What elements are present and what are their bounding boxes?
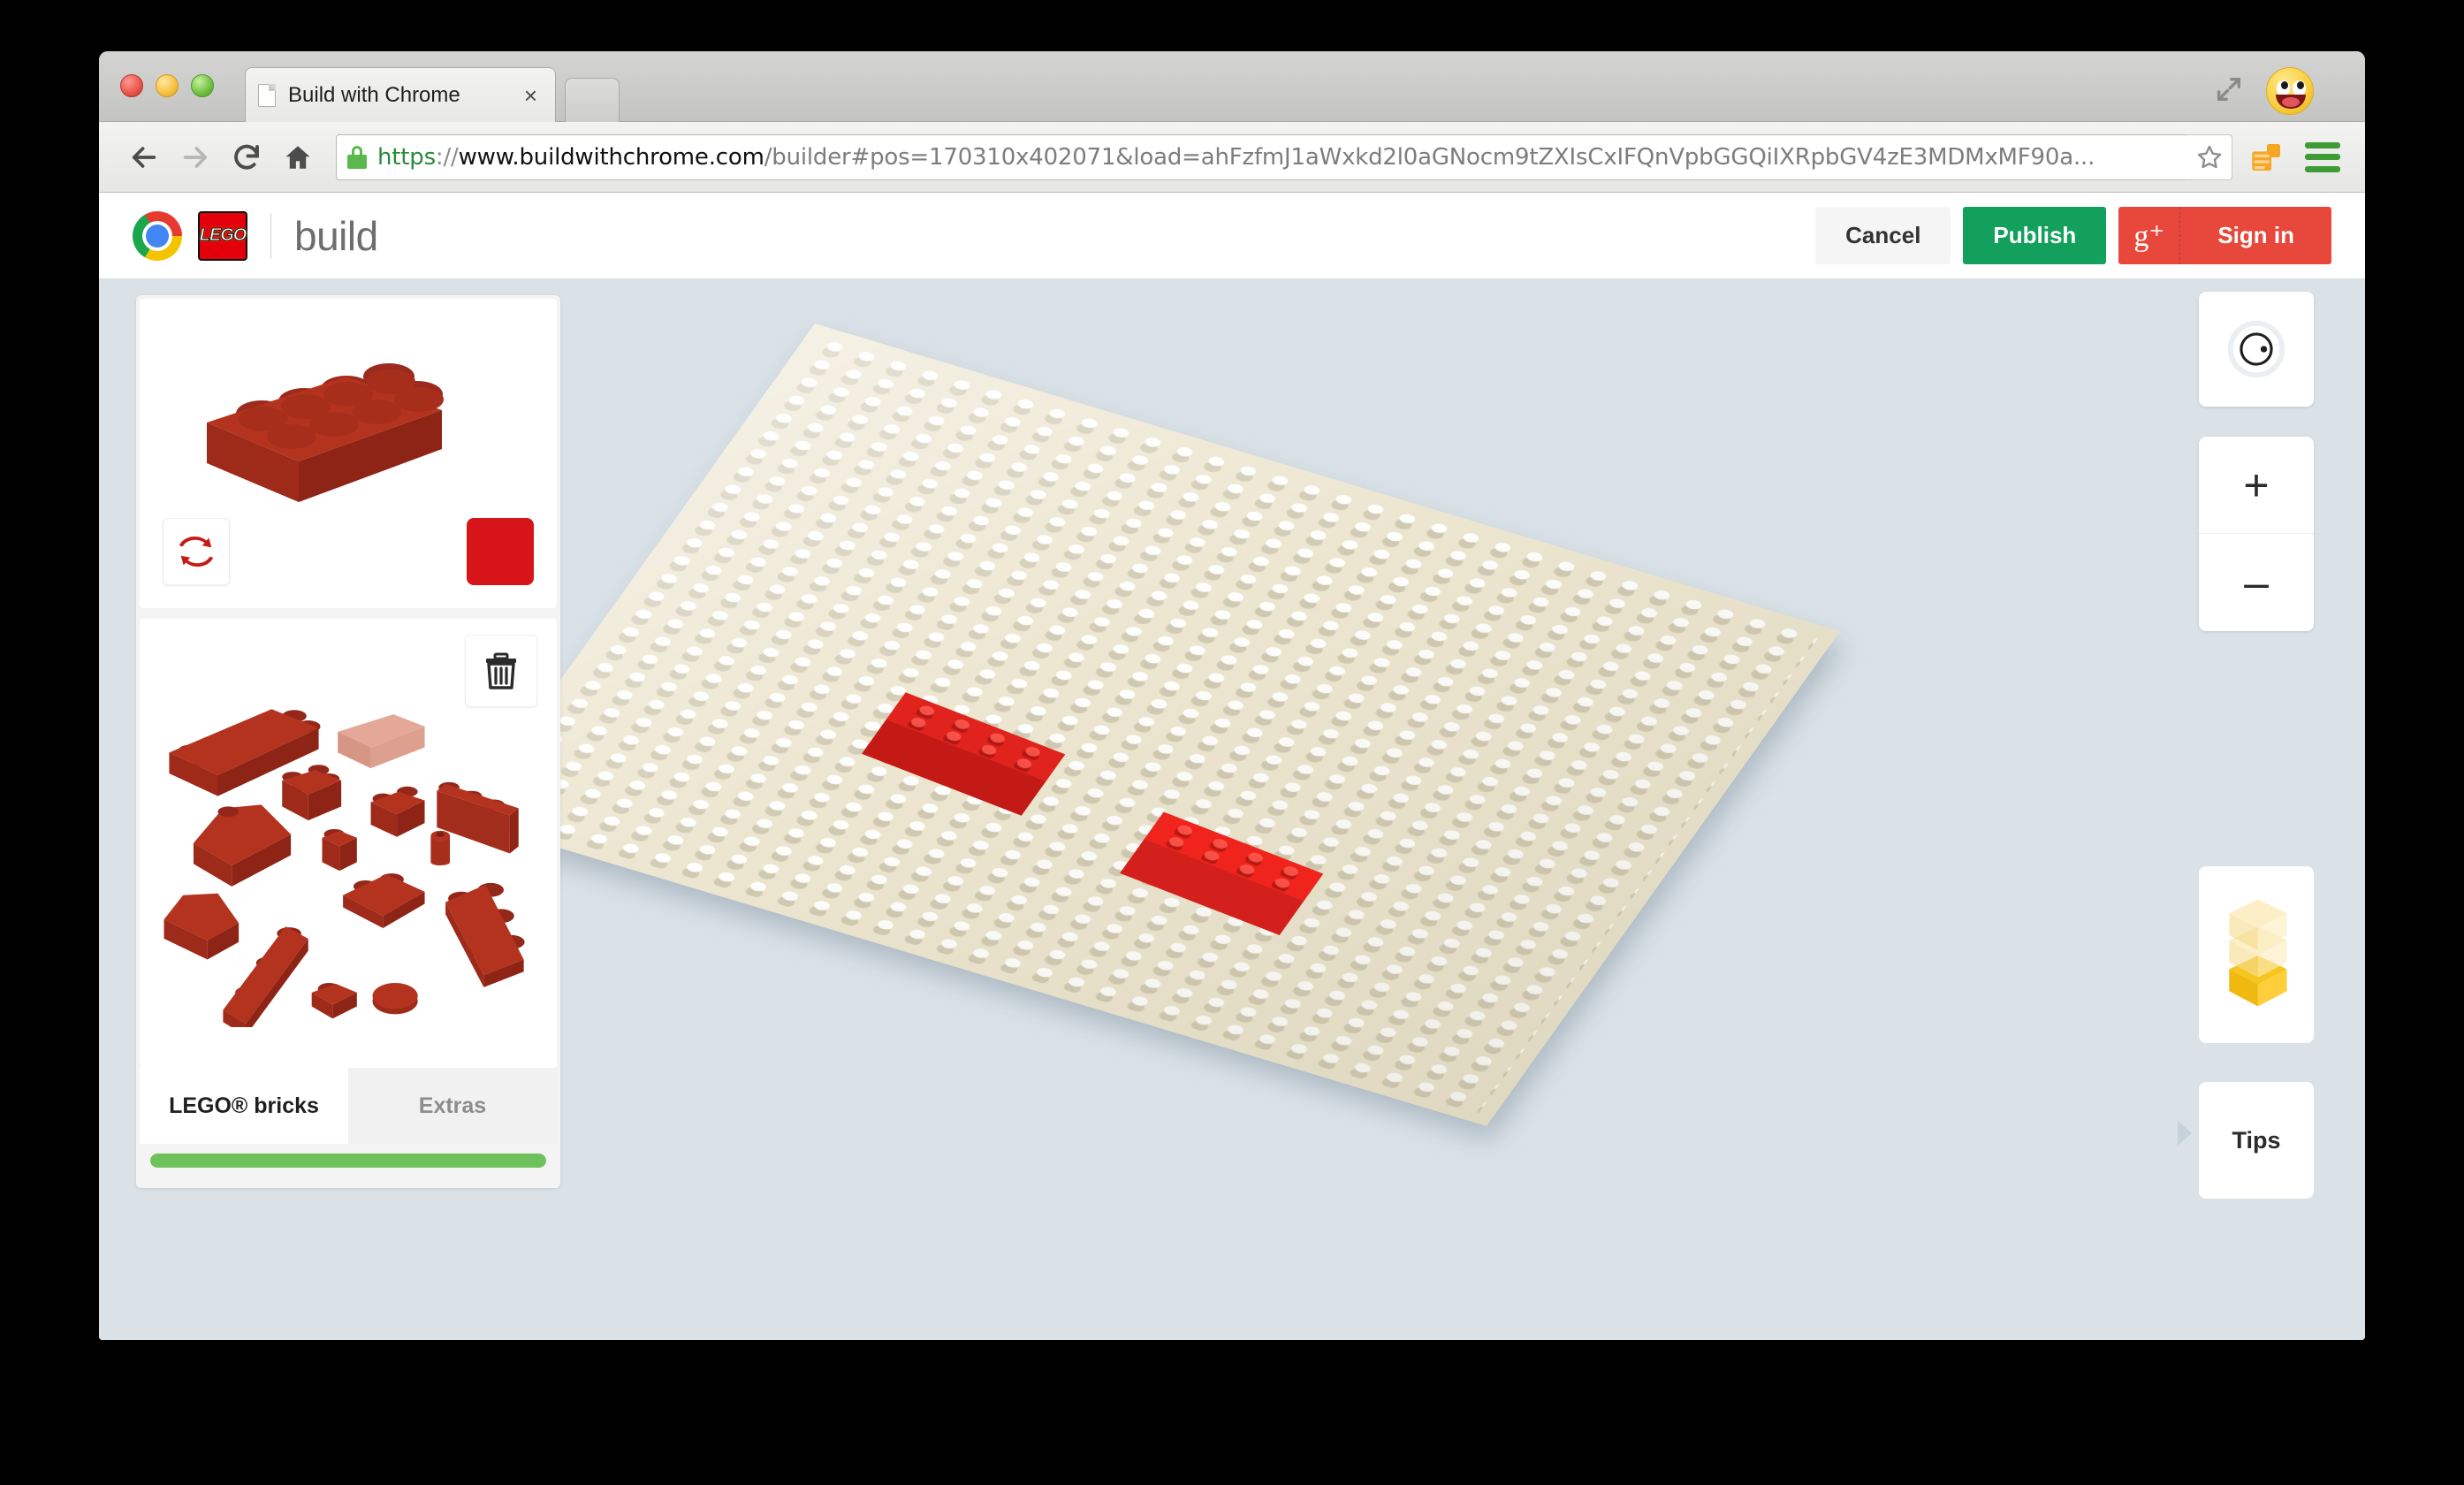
view-controls: + – <box>2199 292 2314 631</box>
google-signin-group[interactable]: g⁺ Sign in <box>2118 207 2331 264</box>
page-favicon-icon <box>258 83 276 107</box>
lego-baseplate[interactable] <box>461 324 1840 1126</box>
tab-title: Build with Chrome <box>288 82 460 107</box>
smiley-avatar-icon[interactable] <box>2266 67 2314 115</box>
tray-round-brick <box>430 830 451 866</box>
cancel-button[interactable]: Cancel <box>1815 207 1951 264</box>
header-actions: Cancel Publish g⁺ Sign in <box>1815 207 2331 264</box>
lego-logo-icon: LEGO <box>198 210 247 261</box>
url-path: /builder#pos=170310x402071&load=ahFzfmJ1… <box>764 143 2095 171</box>
current-brick-preview <box>140 299 557 608</box>
browser-window: Build with Chrome × https://www.buildwit… <box>99 51 2365 1340</box>
tab-lego-bricks[interactable]: LEGO® bricks <box>140 1068 348 1144</box>
forward-arrow-icon <box>170 132 221 183</box>
tray-brick-2x4-highlight <box>338 714 425 769</box>
fullscreen-icon[interactable] <box>2213 74 2245 104</box>
stacked-bricks-icon <box>2229 899 2287 1007</box>
home-icon[interactable] <box>272 132 323 183</box>
tab-strip: Build with Chrome × <box>99 51 2365 122</box>
url-scheme: https <box>377 143 436 171</box>
brick-tray[interactable] <box>140 619 557 1068</box>
baseplate-shading <box>461 324 1840 1126</box>
chevron-right-icon[interactable] <box>2178 1121 2192 1146</box>
zoom-in-button[interactable]: + <box>2199 437 2314 534</box>
palette-progress <box>136 1144 560 1188</box>
camera-reset-icon <box>2227 320 2285 378</box>
bricks-preview-button[interactable] <box>2199 866 2314 1043</box>
brick-palette-panel: LEGO® bricks Extras <box>136 295 560 1188</box>
window-traffic-lights <box>120 74 214 97</box>
chrome-logo-icon <box>133 210 182 261</box>
trash-icon <box>486 652 516 689</box>
color-swatch-button[interactable] <box>467 518 534 585</box>
brick-2x4-render[interactable] <box>191 350 456 518</box>
minimize-window-button[interactable] <box>156 74 179 97</box>
tray-brick-1x3 <box>370 786 425 837</box>
tray-plate-1x1 <box>311 983 357 1019</box>
close-tab-icon[interactable]: × <box>519 84 543 107</box>
tray-brick-1x1 <box>322 828 357 872</box>
url-text: https://www.buildwithchrome.com/builder#… <box>377 144 2095 171</box>
url-scheme-separator: :// <box>435 143 459 171</box>
zoom-controls: + – <box>2199 437 2314 631</box>
progress-fill <box>150 1154 546 1168</box>
tray-brick-2x2 <box>282 765 342 821</box>
tray-round-plate <box>372 983 418 1015</box>
app-title: build <box>294 212 378 259</box>
bookmark-star-icon[interactable] <box>2186 133 2232 180</box>
rotate-brick-button[interactable] <box>163 518 230 585</box>
reload-icon[interactable] <box>221 132 272 183</box>
tray-slope-large <box>193 804 292 887</box>
tray-plate-2x4 <box>445 882 525 987</box>
tray-wedge <box>164 893 240 960</box>
close-window-button[interactable] <box>120 74 143 97</box>
lego-logo-text: LEGO <box>199 225 247 246</box>
zoom-out-button[interactable]: – <box>2199 534 2314 631</box>
app-header: LEGO build Cancel Publish g⁺ Sign in <box>99 193 2365 279</box>
tips-button[interactable]: Tips <box>2199 1082 2314 1199</box>
maximize-window-button[interactable] <box>191 74 214 97</box>
progress-track <box>150 1154 546 1168</box>
baseplate-container <box>461 288 2141 1126</box>
sign-in-button[interactable]: Sign in <box>2180 207 2331 264</box>
address-bar[interactable]: https://www.buildwithchrome.com/builder#… <box>336 133 2188 180</box>
hamburger-menu-icon[interactable] <box>2305 141 2340 172</box>
brand-lockup: LEGO build <box>133 210 378 261</box>
brand-divider <box>270 212 271 259</box>
trash-button[interactable] <box>465 635 537 707</box>
extension-icon[interactable] <box>2248 140 2285 175</box>
browser-toolbar: https://www.buildwithchrome.com/builder#… <box>99 122 2365 193</box>
builder-stage[interactable]: + – Tips LEGO® bricks Extras <box>99 279 2365 1340</box>
browser-tab[interactable]: Build with Chrome × <box>245 67 556 122</box>
rotate-brick-icon <box>179 536 214 567</box>
new-tab-button[interactable] <box>565 78 620 122</box>
secure-lock-icon <box>347 145 367 169</box>
back-arrow-icon[interactable] <box>118 132 170 183</box>
publish-button[interactable]: Publish <box>1963 207 2107 264</box>
url-host: www.buildwithchrome.com <box>458 143 764 171</box>
tab-extras[interactable]: Extras <box>348 1068 557 1144</box>
tray-plate-2x2 <box>343 873 425 929</box>
palette-tabs: LEGO® bricks Extras <box>140 1068 557 1144</box>
google-plus-icon[interactable]: g⁺ <box>2118 207 2181 264</box>
camera-reset-button[interactable] <box>2199 292 2314 407</box>
